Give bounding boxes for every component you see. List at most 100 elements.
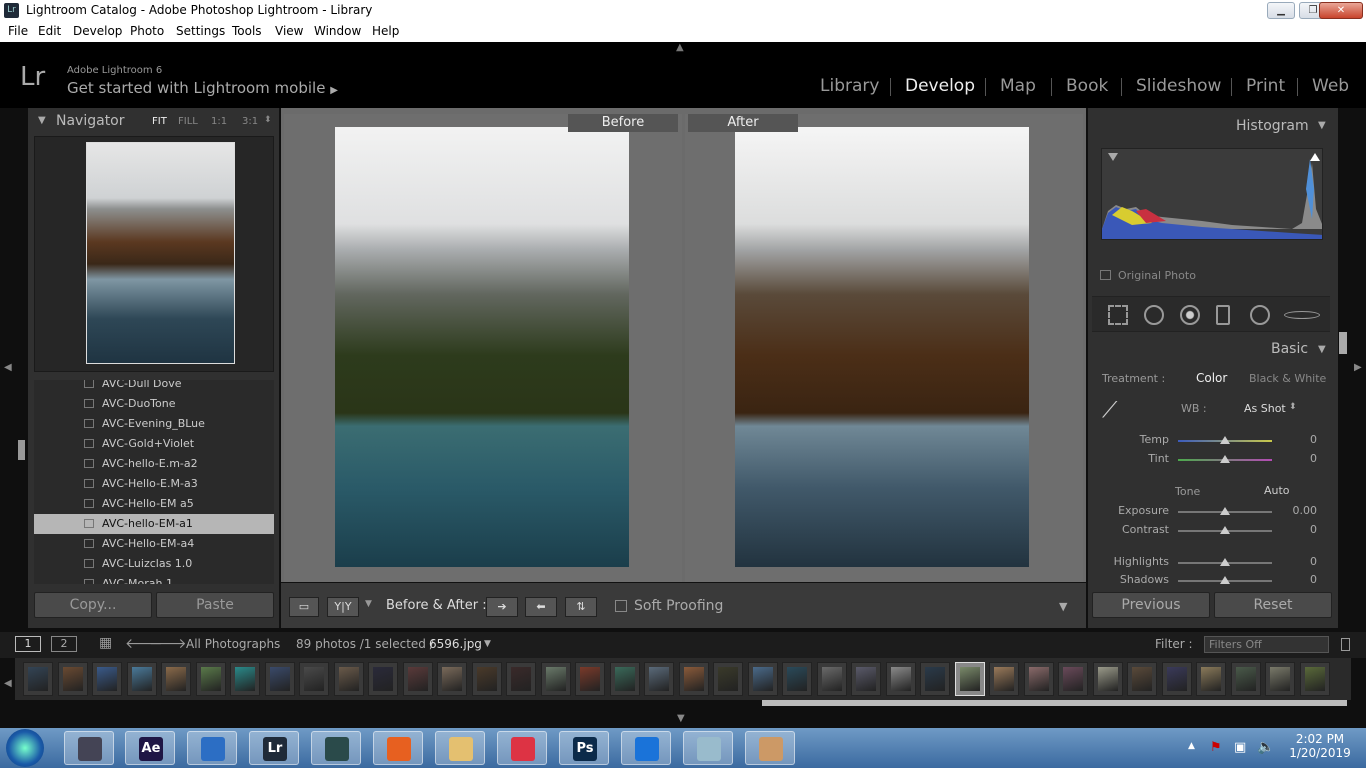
navigator-thumbnail[interactable] — [86, 142, 235, 364]
menu-edit[interactable]: Edit — [38, 24, 61, 38]
copy-after-to-before-button[interactable]: ⬅ — [525, 597, 557, 617]
collapse-top-arrow-icon[interactable]: ▲ — [676, 42, 684, 53]
zoom-fill[interactable]: FILL — [178, 116, 198, 127]
zoom-1-1[interactable]: 1:1 — [211, 116, 227, 127]
module-book[interactable]: Book — [1066, 76, 1108, 96]
after-photo[interactable] — [735, 127, 1029, 567]
spot-removal-icon[interactable] — [1144, 305, 1164, 325]
filmstrip-thumbnail[interactable] — [954, 662, 985, 696]
slider-thumb-tint[interactable] — [1220, 455, 1230, 463]
preset-item[interactable]: AVC-Dull Dove — [34, 380, 274, 394]
filmstrip-thumbnail[interactable] — [885, 662, 916, 696]
module-slideshow[interactable]: Slideshow — [1136, 76, 1221, 96]
slider-value-temp[interactable]: 0 — [1277, 433, 1317, 446]
slider-thumb-exposure[interactable] — [1220, 507, 1230, 515]
grid-view-icon[interactable]: ▦ — [99, 635, 112, 651]
teamviewer-icon[interactable] — [621, 731, 671, 765]
menu-develop[interactable]: Develop — [73, 24, 122, 38]
preset-item[interactable]: AVC-Hello-EM-a4 — [34, 534, 274, 554]
menu-settings[interactable]: Settings — [176, 24, 225, 38]
recorder-icon[interactable] — [497, 731, 547, 765]
crop-overlay-icon[interactable] — [1108, 305, 1128, 325]
preset-item[interactable]: AVC-Evening_BLue — [34, 414, 274, 434]
slider-value-contrast[interactable]: 0 — [1277, 523, 1317, 536]
notes-icon[interactable] — [683, 731, 733, 765]
filmstrip-thumbnail[interactable] — [747, 662, 778, 696]
network-icon[interactable] — [187, 731, 237, 765]
filmstrip-thumbnail[interactable] — [264, 662, 295, 696]
filmstrip-thumbnail[interactable] — [1299, 662, 1330, 696]
main-window-button[interactable]: 1 — [15, 636, 41, 652]
filmstrip-thumbnail[interactable] — [230, 662, 260, 696]
preset-item[interactable]: AVC-DuoTone — [34, 394, 274, 414]
filmstrip-thumbnail[interactable] — [471, 662, 502, 696]
original-photo-checkbox[interactable] — [1100, 270, 1111, 280]
filmstrip-left-icon[interactable]: ◀ — [4, 678, 12, 689]
preset-item[interactable]: AVC-Hello-E.M-a3 — [34, 474, 274, 494]
filmstrip-thumbnail[interactable] — [23, 662, 53, 696]
filmstrip-thumbnail[interactable] — [851, 662, 881, 696]
close-button[interactable]: ✕ — [1319, 2, 1363, 19]
firefox-icon[interactable] — [373, 731, 423, 765]
preset-item[interactable]: AVC-Morah 1 — [34, 574, 274, 584]
slider-thumb-highlights[interactable] — [1220, 558, 1230, 566]
filmstrip-thumbnail[interactable] — [506, 662, 536, 696]
slider-value-shadows[interactable]: 0 — [1277, 573, 1317, 586]
preset-item[interactable]: AVC-hello-EM-a1 — [34, 514, 274, 534]
histogram-collapse-icon[interactable]: ▼ — [1318, 120, 1326, 131]
toolbar-menu-icon[interactable]: ▼ — [1059, 600, 1067, 613]
forward-arrow-icon[interactable]: 🡒 — [149, 635, 187, 652]
left-panel-toggle-icon[interactable]: ◀ — [4, 362, 12, 373]
second-window-button[interactable]: 2 — [51, 636, 77, 652]
filmstrip-thumbnail[interactable] — [678, 662, 709, 696]
basic-collapse-icon[interactable]: ▼ — [1318, 344, 1326, 355]
view-dropdown-icon[interactable]: ▼ — [365, 599, 372, 609]
right-panel-scroll-thumb[interactable] — [1339, 332, 1347, 354]
module-map[interactable]: Map — [1000, 76, 1036, 96]
graduated-filter-icon[interactable] — [1216, 305, 1230, 325]
filmstrip-thumbnail[interactable] — [333, 662, 364, 696]
before-after-view-button[interactable]: Y|Y — [327, 597, 359, 617]
preset-item[interactable]: AVC-Hello-EM a5 — [34, 494, 274, 514]
slider-thumb-temp[interactable] — [1220, 436, 1230, 444]
video-icon[interactable] — [64, 731, 114, 765]
filename-dropdown-icon[interactable]: ▼ — [484, 639, 491, 649]
filmora-icon[interactable] — [311, 731, 361, 765]
treatment-black-white[interactable]: Black & White — [1249, 372, 1326, 385]
copy-before-to-after-button[interactable]: ➔ — [486, 597, 518, 617]
filmstrip-thumbnail[interactable] — [1127, 662, 1157, 696]
treatment-color[interactable]: Color — [1196, 371, 1227, 385]
selected-filename[interactable]: 6596.jpg — [429, 637, 482, 651]
slider-value-exposure[interactable]: 0.00 — [1277, 504, 1318, 517]
preset-item[interactable]: AVC-Luizclas 1.0 — [34, 554, 274, 574]
filmstrip-thumbnail[interactable] — [609, 662, 640, 696]
filmstrip-thumbnail[interactable] — [368, 662, 398, 696]
module-library[interactable]: Library — [820, 76, 879, 96]
zoom-stepper-icon[interactable]: ⬍ — [264, 115, 272, 125]
action-center-icon[interactable]: ⚑ — [1210, 740, 1222, 755]
radial-filter-icon[interactable] — [1250, 305, 1270, 325]
preset-item[interactable]: AVC-hello-E.m-a2 — [34, 454, 274, 474]
filmstrip-thumbnail[interactable] — [782, 662, 812, 696]
show-hidden-icons-icon[interactable]: ▲ — [1188, 741, 1195, 751]
filmstrip-thumbnail[interactable] — [575, 662, 605, 696]
eyedropper-icon[interactable]: ⟋ — [1102, 398, 1130, 428]
wb-value[interactable]: As Shot — [1244, 402, 1286, 415]
filmstrip-thumbnail[interactable] — [989, 662, 1019, 696]
filmstrip-thumbnail[interactable] — [195, 662, 226, 696]
filmstrip-scrollbar[interactable] — [762, 700, 1347, 706]
zoom-fit[interactable]: FIT — [152, 116, 167, 127]
filter-select[interactable]: Filters Off — [1204, 636, 1329, 653]
menu-view[interactable]: View — [275, 24, 303, 38]
filter-lock-icon[interactable] — [1341, 638, 1350, 651]
collapse-bottom-arrow-icon[interactable]: ▼ — [677, 713, 685, 724]
filmstrip-thumbnail[interactable] — [644, 662, 674, 696]
network-tray-icon[interactable]: ▣ — [1234, 740, 1246, 755]
explorer-icon[interactable] — [435, 731, 485, 765]
menu-help[interactable]: Help — [372, 24, 399, 38]
menu-window[interactable]: Window — [314, 24, 361, 38]
adjustment-brush-icon[interactable] — [1284, 311, 1320, 319]
menu-photo[interactable]: Photo — [130, 24, 164, 38]
filmstrip-thumbnail[interactable] — [1265, 662, 1295, 696]
loupe-view-button[interactable]: ▭ — [289, 597, 319, 617]
